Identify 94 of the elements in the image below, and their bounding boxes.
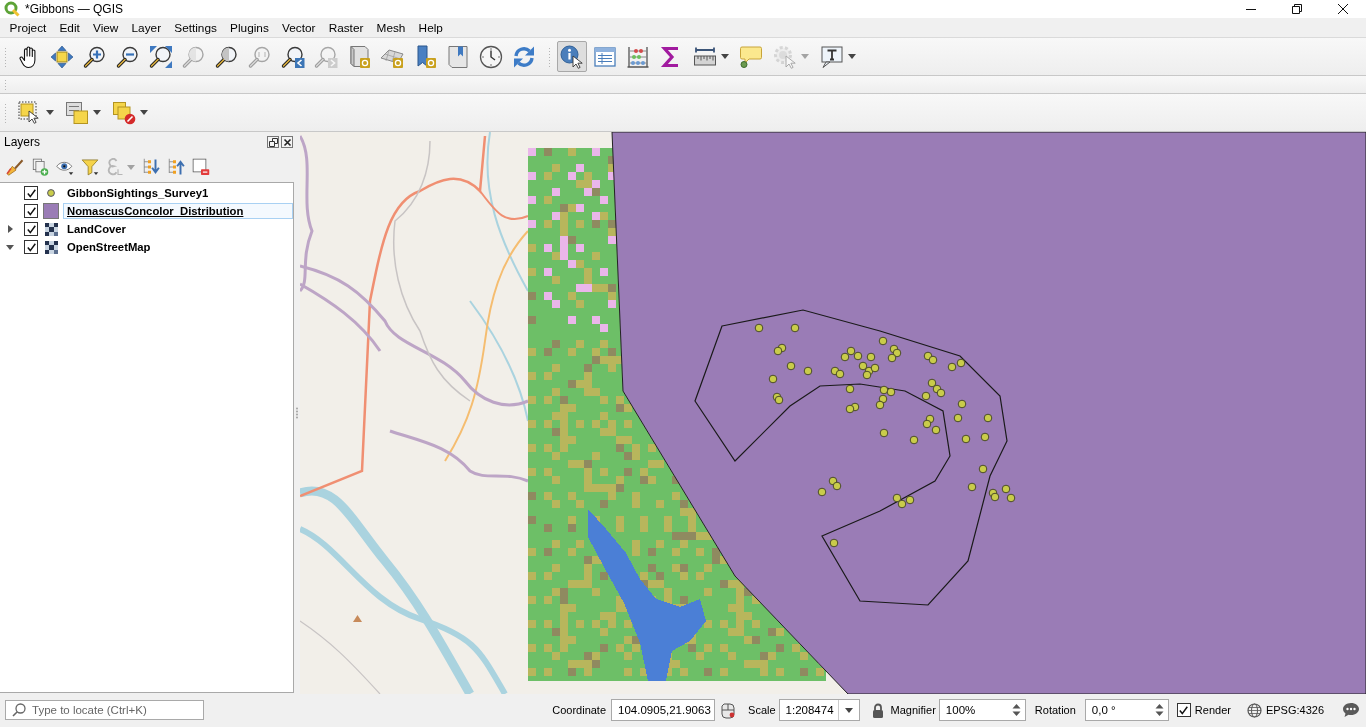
- speech-bubble-icon: [739, 44, 763, 69]
- menu-item[interactable]: Mesh: [369, 19, 412, 36]
- map-sheet-icon: [347, 44, 371, 69]
- menu-item[interactable]: Plugins: [223, 19, 276, 36]
- float-button[interactable]: [267, 136, 279, 148]
- form-select-icon: [65, 100, 89, 125]
- expand-arrow-icon[interactable]: [7, 225, 13, 233]
- menu-item[interactable]: Settings: [167, 19, 224, 36]
- add-group-icon: [31, 158, 49, 176]
- caret-icon: [93, 110, 101, 115]
- layer-name[interactable]: NomascusConcolor_Distribution: [63, 203, 293, 219]
- mouse-icon[interactable]: [720, 701, 737, 719]
- caret-icon: [721, 54, 729, 59]
- menu-item[interactable]: Edit: [52, 19, 87, 36]
- magnifier-icon: [182, 44, 206, 69]
- coordinate-label: Coordinate: [552, 704, 607, 716]
- menu-item[interactable]: Vector: [275, 19, 323, 36]
- caret-icon: [844, 707, 853, 713]
- caret-icon: [46, 110, 54, 115]
- menu-item[interactable]: View: [86, 19, 125, 36]
- caret-icon: [140, 110, 148, 115]
- deselect-icon: [112, 100, 136, 125]
- gear-cursor-icon: [773, 44, 797, 69]
- magnifier-back-icon: [281, 44, 305, 69]
- layer-checkbox[interactable]: [24, 240, 38, 254]
- four-arrows-icon: [50, 44, 74, 69]
- search-icon: [12, 703, 26, 717]
- layer-checkbox[interactable]: [24, 222, 38, 236]
- render-checkbox[interactable]: [1176, 703, 1191, 717]
- remove-layer-icon: [192, 158, 210, 176]
- zoom-in-icon: [83, 44, 107, 69]
- scale-field[interactable]: 1:208474: [779, 704, 838, 716]
- expand-all-icon: [142, 158, 160, 176]
- window-title: *Gibbons — QGIS: [25, 2, 124, 16]
- paintbrush-icon: [6, 158, 24, 176]
- collapse-all-icon: [167, 158, 185, 176]
- check-icon: [1179, 705, 1189, 715]
- refresh-icon: [512, 44, 536, 69]
- select-cursor-icon: [18, 100, 42, 125]
- close-icon: [282, 137, 292, 147]
- table-icon: [593, 44, 617, 69]
- spin-arrows-icon[interactable]: [1011, 703, 1021, 717]
- zoom-out-icon: [116, 44, 140, 69]
- close-icon: [1338, 4, 1348, 14]
- text-callout-icon: [820, 44, 844, 69]
- collapse-arrow-icon[interactable]: [6, 244, 14, 250]
- restore-icon: [1292, 4, 1302, 14]
- caret-icon: [848, 54, 856, 59]
- scale-combobox[interactable]: 1:208474: [778, 699, 860, 721]
- float-icon: [268, 137, 278, 147]
- rotation-spinbox[interactable]: 0,0 °: [1084, 699, 1169, 721]
- panel-title: Layers: [4, 135, 41, 149]
- coordinate-field[interactable]: 104.0905,21.9063: [611, 699, 716, 721]
- app-logo-icon: [4, 1, 20, 17]
- raster-icon: [44, 240, 58, 254]
- zoom-extent-icon: [149, 44, 173, 69]
- messages-icon[interactable]: [1342, 702, 1360, 718]
- menu-item[interactable]: Project: [3, 19, 53, 36]
- crs-button[interactable]: EPSG:4326: [1265, 704, 1324, 716]
- locate-search-box[interactable]: Type to locate (Ctrl+K): [5, 700, 204, 720]
- menu-item[interactable]: Help: [412, 19, 450, 36]
- magnifier-label: Magnifier: [890, 704, 936, 716]
- search-field[interactable]: Type to locate (Ctrl+K): [32, 704, 192, 716]
- rotation-field[interactable]: 0,0 °: [1085, 704, 1155, 716]
- caret-icon: [127, 164, 135, 170]
- clock-icon: [479, 44, 503, 69]
- magnifier-field[interactable]: 100%: [939, 704, 1012, 716]
- layer-name[interactable]: LandCover: [63, 221, 130, 237]
- close-panel-button[interactable]: [281, 136, 293, 148]
- identify-button[interactable]: [557, 41, 587, 72]
- render-label: Render: [1194, 704, 1231, 716]
- filter-icon: [81, 158, 99, 176]
- abacus-icon: [626, 44, 650, 69]
- magnifier-forward-icon: [314, 44, 338, 69]
- layer-checkbox[interactable]: [24, 204, 38, 218]
- rotation-label: Rotation: [1034, 704, 1076, 716]
- bookmark-sheet-icon: [446, 44, 470, 69]
- info-cursor-icon: [560, 44, 584, 69]
- globe-icon[interactable]: [1246, 702, 1262, 718]
- epsilon-icon: [106, 158, 124, 176]
- menu-item[interactable]: Layer: [124, 19, 168, 36]
- magnifier-icon: [215, 44, 239, 69]
- spin-arrows-icon[interactable]: [1154, 703, 1164, 717]
- lock-icon[interactable]: [871, 702, 884, 718]
- layer-name[interactable]: GibbonSightings_Survey1: [63, 185, 213, 201]
- menu-item[interactable]: Raster: [322, 19, 370, 36]
- minimize-icon: [1246, 8, 1256, 10]
- magnifier-spinbox[interactable]: 100%: [938, 699, 1026, 721]
- layer-name[interactable]: OpenStreetMap: [63, 239, 155, 255]
- scale-label: Scale: [748, 704, 776, 716]
- layer-checkbox[interactable]: [24, 186, 38, 200]
- caret-icon: [801, 54, 809, 59]
- magnifier-icon: [248, 44, 272, 69]
- raster-icon: [44, 222, 58, 236]
